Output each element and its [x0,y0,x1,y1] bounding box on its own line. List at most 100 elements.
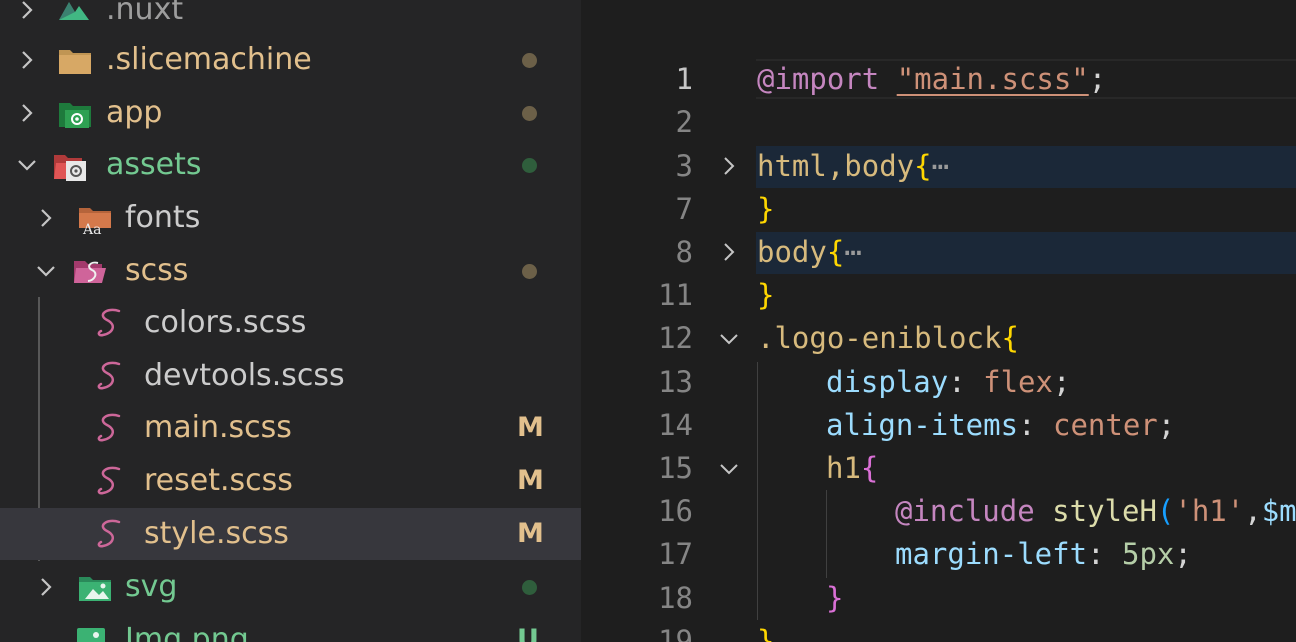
app-folder-icon [59,103,91,128]
code-line: display: flex; [826,365,1070,399]
nuxt-folder-icon [59,2,89,20]
code-token: "main.scss" [896,62,1089,96]
code-line: html,body{⋯ [757,149,949,183]
tree-item-fonts[interactable]: Aa fonts [0,192,581,244]
tree-item-reset-scss[interactable]: reset.scss M [0,455,581,507]
git-status-dot [522,53,537,68]
code-token: @include [895,494,1035,528]
chevron-right-icon[interactable] [16,102,38,124]
line-number: 16 [658,494,693,528]
line-number: 8 [675,235,693,269]
line-number: 7 [675,192,693,226]
tree-item-label: assets [106,147,202,182]
code-token: @import [757,62,880,96]
git-modified-badge: M [517,518,544,549]
chevron-right-icon[interactable] [16,0,38,21]
tree-item-style-scss[interactable]: style.scss M [0,508,581,560]
git-status-dot [522,158,537,173]
code-line: body{⋯ [757,235,862,269]
tree-item-app[interactable]: app [0,87,581,139]
tree-item-label: svg [125,569,178,604]
fold-expand-chevron-icon[interactable] [718,241,740,263]
chevron-down-icon[interactable] [35,260,57,282]
git-status-dot [522,580,537,595]
tree-item-slicemachine[interactable]: .slicemachine [0,34,581,86]
file-explorer: .nuxt .slicemachine app assets Aa fonts … [0,0,581,642]
sass-file-icon [97,519,121,548]
tree-item-main-scss[interactable]: main.scss M [0,402,581,454]
sass-file-icon [97,308,121,337]
tree-item-label: .slicemachine [106,42,312,77]
tree-item-label: style.scss [144,516,289,551]
tree-item-scss[interactable]: scss [0,245,581,297]
svg-text:Aa: Aa [82,222,101,234]
code-token: h1 [826,451,861,485]
tree-item-assets[interactable]: assets [0,139,581,191]
code-token: , [1244,494,1262,528]
code-token: ; [1174,537,1192,571]
code-token: align-items [826,408,1019,442]
tree-item-label: app [106,95,163,130]
code-line: @include styleH('h1',$ma [895,494,1296,528]
chevron-right-icon[interactable] [35,207,57,229]
tree-item-svg[interactable]: svg [0,561,581,613]
assets-folder-open-icon [54,155,86,181]
code-token: ; [1088,62,1107,96]
code-token: { [860,451,879,485]
tree-item-label: reset.scss [144,463,293,498]
tree-item-label: devtools.scss [144,358,345,393]
code-line: } [826,581,843,615]
code-token: : [1087,537,1122,571]
code-token: } [757,192,775,226]
code-line: @import "main.scss"; [757,62,1106,96]
tree-item-devtools-scss[interactable]: devtools.scss [0,350,581,402]
git-untracked-badge: U [517,624,539,642]
code-token: } [757,278,775,312]
code-token: ( [1156,494,1175,528]
git-modified-badge: M [517,412,544,443]
tree-item-label: main.scss [144,410,292,445]
code-token: 'h1' [1174,494,1245,528]
fold-expand-chevron-icon[interactable] [718,155,740,177]
code-line: h1{ [826,451,878,485]
line-number: 3 [675,149,693,183]
line-number: 2 [675,105,693,139]
code-token: flex [983,365,1053,399]
sass-file-icon [97,466,121,495]
folder-icon [59,50,91,74]
indent-guide [757,362,758,620]
line-number: 17 [658,537,693,571]
tree-item-label: scss [125,253,189,288]
line-number: 14 [658,408,693,442]
code-token: $ma [1261,494,1296,528]
line-number: 18 [658,581,693,615]
code-token: .logo-eniblock [757,321,1002,355]
fold-collapse-chevron-icon[interactable] [718,328,740,350]
chevron-right-icon[interactable] [16,49,38,71]
chevron-right-icon[interactable] [35,576,57,598]
code-line: margin-left: 5px; [895,537,1192,571]
tree-item-label: colors.scss [144,305,307,340]
code-token: body [757,235,827,269]
code-line: } [757,624,774,642]
tree-item-label: .nuxt [106,0,184,27]
tree-item-nuxt[interactable]: .nuxt [0,0,581,36]
git-modified-badge: M [517,465,544,496]
code-line: .logo-eniblock{ [757,321,1019,355]
tree-item-img-png[interactable]: Img.png U [0,614,581,642]
indent-guide [826,490,827,578]
code-token: ; [1157,408,1176,442]
code-token: ; [1052,365,1071,399]
code-editor[interactable]: 1 2 3 7 8 11 12 13 14 15 16 17 18 19 @im… [581,0,1296,642]
code-token: { [826,235,845,269]
code-token: } [826,581,844,615]
fold-collapse-chevron-icon[interactable] [718,458,740,480]
folded-ellipsis[interactable]: ⋯ [844,235,861,269]
chevron-down-icon[interactable] [16,154,38,176]
tree-item-colors-scss[interactable]: colors.scss [0,297,581,349]
folded-ellipsis[interactable]: ⋯ [932,149,949,183]
code-token: { [1001,321,1019,355]
image-file-icon [77,628,105,642]
code-token: { [914,149,932,183]
line-number: 12 [658,321,693,355]
